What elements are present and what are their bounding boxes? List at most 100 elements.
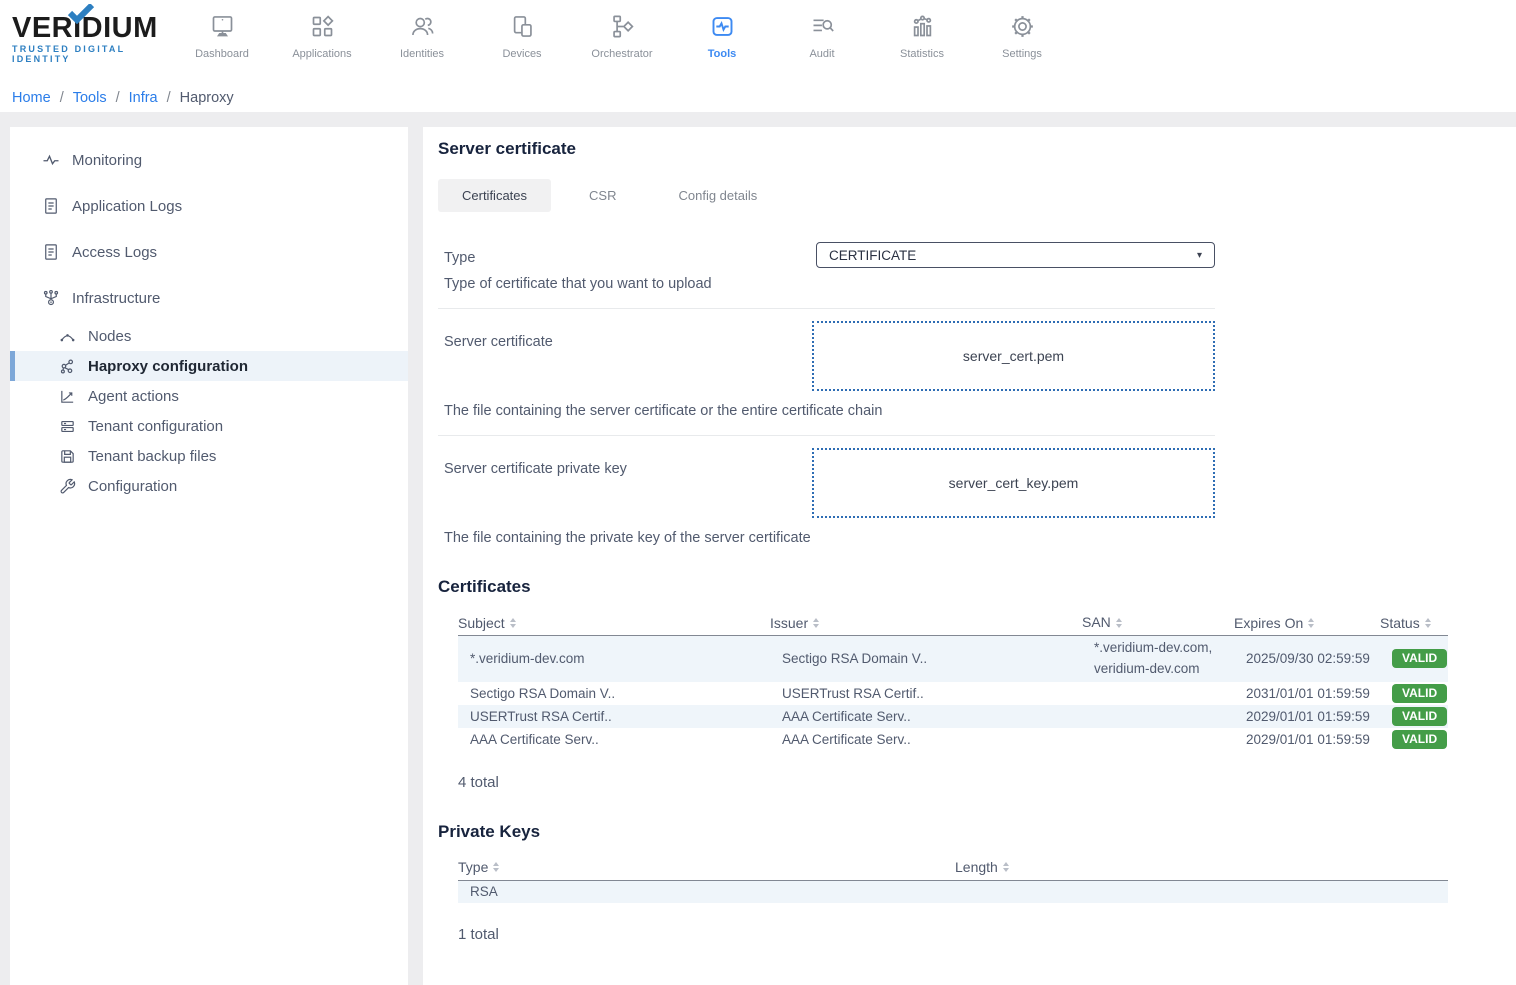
breadcrumb-separator: /	[60, 90, 64, 106]
nav-item-dashboard[interactable]: Dashboard	[172, 6, 272, 60]
breadcrumb-tools[interactable]: Tools	[73, 90, 107, 106]
column-header-subject[interactable]: Subject	[458, 615, 770, 631]
dashboard-icon	[209, 10, 236, 42]
nav-item-orchestrator[interactable]: Orchestrator	[572, 6, 672, 60]
sidebar-item-label: Haproxy configuration	[88, 358, 248, 375]
private-keys-section-title: Private Keys	[438, 822, 1516, 842]
certificates-table: Subject Issuer SAN Expires On Status *.v…	[458, 610, 1448, 751]
nav-label: Audit	[809, 48, 834, 60]
brand-checkmark-icon	[67, 4, 94, 24]
nav-item-statistics[interactable]: Statistics	[872, 6, 972, 60]
cell-status: VALID	[1380, 647, 1448, 670]
nodes-icon	[58, 327, 76, 345]
nav-item-tools[interactable]: Tools	[672, 6, 772, 60]
statistics-icon	[909, 10, 936, 42]
brand-name: VERIDIUM	[12, 12, 182, 44]
sidebar-item-configuration[interactable]: Configuration	[10, 471, 408, 501]
tab-bar: Certificates CSR Config details	[438, 179, 1516, 212]
column-header-status[interactable]: Status	[1380, 615, 1448, 631]
brand-logo[interactable]: VERIDIUM TRUSTED DIGITAL IDENTITY	[12, 12, 182, 64]
column-header-type[interactable]: Type	[458, 859, 955, 875]
sidebar-item-label: Agent actions	[88, 388, 179, 405]
sidebar-item-infrastructure[interactable]: Infrastructure	[10, 275, 408, 321]
applications-icon	[309, 10, 336, 42]
cell-subject: AAA Certificate Serv..	[458, 732, 770, 747]
nav-item-settings[interactable]: Settings	[972, 6, 1072, 60]
private-keys-table: Type Length RSA	[458, 855, 1448, 903]
column-header-length[interactable]: Length	[955, 859, 1448, 875]
sort-icon	[1308, 618, 1314, 628]
sort-icon	[1116, 618, 1122, 628]
server-certificate-help-text: The file containing the server certifica…	[438, 403, 1215, 419]
sort-icon	[493, 862, 499, 872]
type-select-value: CERTIFICATE	[829, 248, 1197, 263]
cell-san	[1082, 691, 1234, 695]
nav-label: Identities	[400, 48, 444, 60]
sidebar-item-agent-actions[interactable]: Agent actions	[10, 381, 408, 411]
devices-icon	[509, 10, 536, 42]
breadcrumb: Home / Tools / Infra / Haproxy	[12, 90, 234, 106]
cell-type: RSA	[458, 884, 955, 899]
tab-config-details[interactable]: Config details	[654, 179, 781, 212]
private-key-help-text: The file containing the private key of t…	[438, 530, 1215, 546]
orchestrator-icon	[609, 10, 636, 42]
sidebar-item-label: Nodes	[88, 328, 131, 345]
type-help-text: Type of certificate that you want to upl…	[444, 276, 816, 292]
sidebar-item-label: Monitoring	[72, 152, 142, 169]
type-select[interactable]: CERTIFICATE ▾	[816, 242, 1215, 268]
cell-issuer: AAA Certificate Serv..	[770, 732, 1082, 747]
cell-status: VALID	[1380, 705, 1448, 728]
identities-icon	[409, 10, 436, 42]
cell-issuer: USERTrust RSA Certif..	[770, 686, 1082, 701]
column-header-expires-on[interactable]: Expires On	[1234, 615, 1380, 631]
tab-certificates[interactable]: Certificates	[438, 179, 551, 212]
breadcrumb-infra[interactable]: Infra	[129, 90, 158, 106]
private-key-dropzone[interactable]: server_cert_key.pem	[812, 448, 1215, 518]
sidebar-item-monitoring[interactable]: Monitoring	[10, 137, 408, 183]
nav-label: Orchestrator	[591, 48, 652, 60]
cell-expires-on: 2029/01/01 01:59:59	[1234, 709, 1380, 724]
sort-icon	[1425, 618, 1431, 628]
sort-icon	[813, 618, 819, 628]
sidebar-item-tenant-configuration[interactable]: Tenant configuration	[10, 411, 408, 441]
access-logs-icon	[42, 243, 60, 261]
tenant-backup-icon	[58, 447, 76, 465]
cell-expires-on: 2029/01/01 01:59:59	[1234, 732, 1380, 747]
cell-issuer: Sectigo RSA Domain V..	[770, 651, 1082, 666]
settings-icon	[1009, 10, 1036, 42]
tab-csr[interactable]: CSR	[565, 179, 640, 212]
breadcrumb-home[interactable]: Home	[12, 90, 51, 106]
sidebar-item-tenant-backup-files[interactable]: Tenant backup files	[10, 441, 408, 471]
nav-label: Tools	[708, 48, 737, 60]
status-badge: VALID	[1392, 684, 1447, 703]
breadcrumb-current: Haproxy	[180, 90, 234, 106]
sidebar-item-nodes[interactable]: Nodes	[10, 321, 408, 351]
cell-subject: USERTrust RSA Certif..	[458, 709, 770, 724]
infrastructure-icon	[42, 289, 60, 307]
certificates-section-title: Certificates	[438, 577, 1516, 597]
divider	[438, 308, 1215, 309]
nav-item-applications[interactable]: Applications	[272, 6, 372, 60]
type-label: Type	[444, 250, 816, 266]
sidebar-item-access-logs[interactable]: Access Logs	[10, 229, 408, 275]
cell-subject: *.veridium-dev.com	[458, 651, 770, 666]
sort-icon	[510, 618, 516, 628]
nav-item-audit[interactable]: Audit	[772, 6, 872, 60]
application-logs-icon	[42, 197, 60, 215]
tenant-configuration-icon	[58, 417, 76, 435]
nav-label: Statistics	[900, 48, 944, 60]
server-certificate-row: Server certificate server_cert.pem	[438, 321, 1215, 391]
sidebar-item-application-logs[interactable]: Application Logs	[10, 183, 408, 229]
column-header-san[interactable]: SAN	[1082, 610, 1234, 636]
page-title: Server certificate	[438, 139, 1516, 159]
nav-item-devices[interactable]: Devices	[472, 6, 572, 60]
server-certificate-dropzone[interactable]: server_cert.pem	[812, 321, 1215, 391]
sidebar-item-haproxy-configuration[interactable]: Haproxy configuration	[10, 351, 408, 381]
nav-item-identities[interactable]: Identities	[372, 6, 472, 60]
column-header-issuer[interactable]: Issuer	[770, 615, 1082, 631]
nav-label: Devices	[502, 48, 541, 60]
nav-label: Applications	[292, 48, 351, 60]
cell-san	[1082, 737, 1234, 741]
status-badge: VALID	[1392, 730, 1447, 749]
cell-subject: Sectigo RSA Domain V..	[458, 686, 770, 701]
